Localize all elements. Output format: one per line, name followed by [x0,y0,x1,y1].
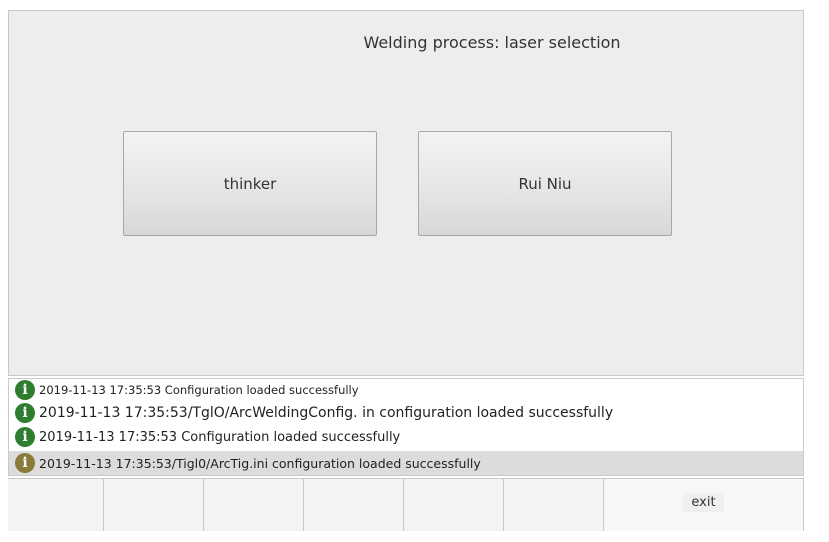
info-icon: i [15,453,35,473]
log-entry-selected: i 2019-11-13 17:35:53/Tigl0/ArcTig.ini c… [9,451,803,475]
function-key-1[interactable] [8,479,104,531]
function-key-5[interactable] [404,479,504,531]
page-title: Welding process: laser selection [363,33,621,52]
laser-option-button-1[interactable]: thinker [123,131,377,236]
info-icon: i [15,403,35,423]
function-key-2[interactable] [104,479,204,531]
message-log: i 2019-11-13 17:35:53 Configuration load… [8,378,804,476]
log-text: 2019-11-13 17:35:53/TglO/ArcWeldingConfi… [39,405,614,421]
log-entry: i 2019-11-13 17:35:53/TglO/ArcWeldingCon… [9,401,803,425]
log-text: 2019-11-13 17:35:53 Configuration loaded… [39,383,359,397]
main-panel: Welding process: laser selection thinker… [8,10,804,376]
function-key-6[interactable] [504,479,604,531]
function-key-bar: exit [8,478,804,531]
log-entry: i 2019-11-13 17:35:53 Configuration load… [9,425,803,449]
exit-label: exit [683,493,724,512]
exit-button[interactable]: exit [604,479,804,531]
log-entry: i 2019-11-13 17:35:53 Configuration load… [9,379,803,401]
log-text: 2019-11-13 17:35:53 Configuration loaded… [39,429,401,445]
info-icon: i [15,380,35,400]
laser-option-button-2[interactable]: Rui Niu [418,131,672,236]
info-icon: i [15,427,35,447]
log-text: 2019-11-13 17:35:53/Tigl0/ArcTig.ini con… [39,455,481,471]
function-key-3[interactable] [204,479,304,531]
function-key-4[interactable] [304,479,404,531]
